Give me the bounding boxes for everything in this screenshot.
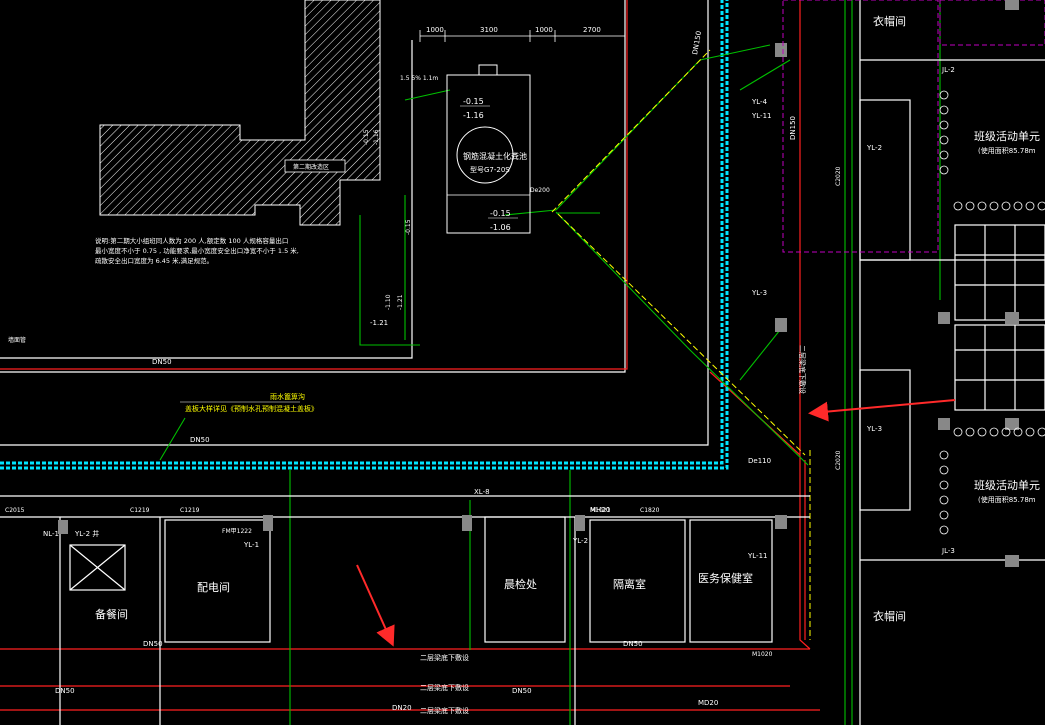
rain-tag-2: 盖板大样详见《预制水孔预制混凝土盖板》 — [185, 404, 318, 413]
pipe-label-dn50-right: DN50 — [623, 640, 643, 648]
small-level-5: -1.21 — [397, 294, 404, 310]
level-top-2: -1.16 — [463, 111, 484, 120]
septic-tank-model: 型号G7-20S — [470, 165, 510, 174]
room-class-unit-1-area: (使用面积85.78m — [978, 146, 1036, 155]
room-boundary-magenta — [782, 0, 1045, 253]
door-c2015: C2015 — [5, 507, 25, 514]
pipe-label-dn150-diag: DN150 — [691, 30, 703, 55]
riser-yl2-right: YL-2 — [866, 144, 882, 152]
note-line-1: 说明:第二期大小组班同人数为 200 人,额定数 100 人规格容量出口 — [95, 236, 288, 245]
room-cloakroom-top: 衣帽间 — [873, 14, 906, 28]
riser-jl2: JL-2 — [941, 66, 955, 74]
pipe-label-dn20: DN20 — [392, 704, 412, 712]
small-level-2: -1.16 — [373, 129, 380, 145]
cad-drawing: 第二期改造区 1000 3100 1000 2700 钢筋混凝土化粪池 型号G7… — [0, 0, 1045, 725]
riser-nl1: NL-1 — [43, 530, 59, 538]
room-class-unit-1: 班级活动单元 — [974, 130, 1040, 143]
small-level-3: -1.21 — [370, 319, 388, 327]
dot-rows — [939, 90, 1045, 535]
rain-pipe-network — [0, 0, 820, 711]
door-c1820: C1820 — [640, 507, 660, 514]
riser-xl8: XL-8 — [474, 488, 490, 496]
misc-stair-note: 1.5 5% 1.1m — [400, 75, 438, 82]
riser-yl3-right: YL-3 — [866, 425, 882, 433]
pipe-label-de200: De200 — [530, 187, 550, 194]
misc-wall-pipe: 墙面管 — [8, 336, 26, 344]
floor-note-bottom1: 二层梁底下敷设 — [420, 683, 469, 692]
riser-yl11-bottom: YL-11 — [747, 552, 768, 560]
room-morning-check: 晨检处 — [504, 577, 537, 591]
riser-yl2: YL-2 — [572, 537, 588, 545]
level-bottom-2: -1.06 — [490, 223, 511, 232]
rain-tag-1: 雨水篦箅沟 — [270, 392, 305, 401]
pipe-label-de110: De110 — [748, 457, 771, 465]
pipe-label-dn50-middle: DN50 — [190, 436, 210, 444]
small-level-6: -0.15 — [405, 219, 412, 235]
floor-note-bottom2: 二层梁底下敷设 — [420, 706, 469, 715]
door-c1219-b: C1219 — [180, 507, 200, 514]
hatched-building: 第二期改造区 — [99, 0, 381, 226]
dim-2: 3100 — [480, 26, 498, 34]
door-c1219-a: C1219 — [130, 507, 150, 514]
room-class-unit-2-area: (使用面积85.78m — [978, 495, 1036, 504]
riser-yl1: YL-1 — [243, 541, 259, 549]
level-top-1: -0.15 — [463, 97, 484, 106]
riser-yl3: YL-3 — [751, 289, 767, 297]
room-medical: 医务保健室 — [698, 571, 753, 585]
dim-3: 1000 — [535, 26, 553, 34]
small-level-4: -1.10 — [385, 294, 392, 310]
septic-tank-label: 钢筋混凝土化粪池 — [463, 151, 527, 161]
room-cloakroom-bottom: 衣帽间 — [873, 609, 906, 623]
small-level-1: -0.15 — [363, 129, 370, 145]
dim-1: 1000 — [426, 26, 444, 34]
highlight-arrows — [356, 399, 956, 647]
room-isolation: 隔离室 — [613, 577, 646, 591]
door-c2020-b: C2020 — [835, 450, 842, 470]
room-standby: 备餐间 — [95, 607, 128, 621]
pipe-label-dn50-left: DN50 — [55, 687, 75, 695]
well-label: YL-2 井 — [74, 529, 99, 538]
pipe-label-dn50-bottom: DN50 — [512, 687, 532, 695]
riser-yl4: YL-4 — [751, 98, 768, 106]
dim-4: 2700 — [583, 26, 601, 34]
yellow-pipe — [551, 49, 811, 640]
door-c2020-a: C2020 — [835, 166, 842, 186]
riser-jl3: JL-3 — [941, 547, 955, 555]
riser-yl11-top: YL-11 — [751, 112, 772, 120]
hatched-building-label: 第二期改造区 — [293, 163, 329, 171]
sewer-network — [159, 0, 941, 725]
pipe-label-dn50-upper: DN50 — [152, 358, 172, 366]
septic-tank — [446, 64, 531, 234]
floor-note-vertical: 二层梁底下敷设 — [798, 345, 807, 394]
door-fm1222: FM甲1222 — [222, 528, 252, 535]
pipe-label-dn150-vertical: DN150 — [789, 116, 797, 140]
door-m1020: M1020 — [752, 651, 773, 658]
level-bottom-1: -0.15 — [490, 209, 511, 218]
room-class-unit-2: 班级活动单元 — [974, 479, 1040, 492]
pipe-label-md20: MD20 — [698, 699, 718, 707]
floor-note-mid: 二层梁底下敷设 — [420, 653, 469, 662]
room-distribution: 配电间 — [197, 581, 230, 594]
note-line-3: 疏散安全出口宽度为 6.45 米,满足规范。 — [95, 256, 213, 265]
door-m1021: M1021 — [590, 507, 611, 514]
note-line-2: 最小宽度不小于 0.75 , 功能要求,最小宽度安全出口净宽不小于 1.5 米, — [95, 246, 299, 255]
